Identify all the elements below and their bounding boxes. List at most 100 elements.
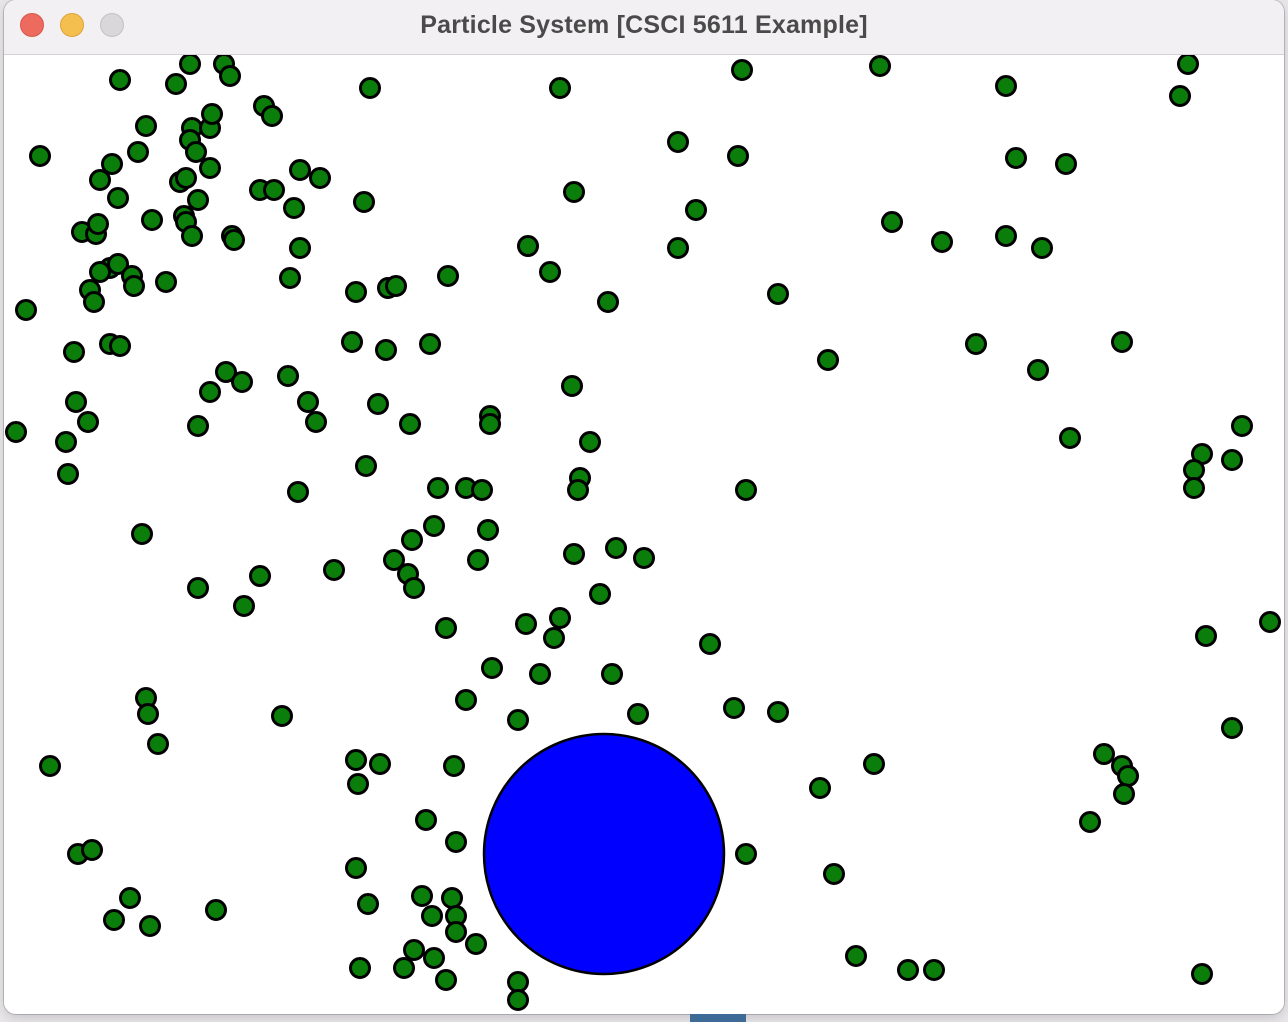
particle	[305, 411, 327, 433]
particle	[187, 189, 209, 211]
particle	[359, 77, 381, 99]
particle	[563, 181, 585, 203]
particle	[567, 479, 589, 501]
particle	[543, 627, 565, 649]
particle	[443, 755, 465, 777]
particle	[767, 283, 789, 305]
particle	[965, 333, 987, 355]
particle	[435, 969, 457, 991]
particle	[89, 169, 111, 191]
particle	[995, 75, 1017, 97]
particle	[995, 225, 1017, 247]
particle	[479, 413, 501, 435]
particle	[103, 909, 125, 931]
particle	[437, 265, 459, 287]
particle	[477, 519, 499, 541]
particle	[1093, 743, 1115, 765]
particle	[261, 105, 283, 127]
particle	[411, 885, 433, 907]
particle	[579, 431, 601, 453]
particle	[633, 547, 655, 569]
particle	[181, 225, 203, 247]
particle	[1191, 963, 1213, 985]
simulation-canvas[interactable]	[4, 55, 1284, 1014]
particle	[179, 55, 201, 75]
particle	[289, 237, 311, 259]
particle	[817, 349, 839, 371]
particle	[1113, 783, 1135, 805]
particle	[561, 375, 583, 397]
particle	[823, 863, 845, 885]
particle	[699, 633, 721, 655]
particle	[199, 381, 221, 403]
particle	[627, 703, 649, 725]
particle	[605, 537, 627, 559]
particle	[727, 145, 749, 167]
particle	[1031, 237, 1053, 259]
particle	[323, 559, 345, 581]
particle	[931, 231, 953, 253]
particle	[131, 523, 153, 545]
particle	[869, 55, 891, 77]
particle	[5, 421, 27, 443]
particle	[881, 211, 903, 233]
particle	[139, 915, 161, 937]
particle	[205, 899, 227, 921]
particle	[127, 141, 149, 163]
particle	[367, 393, 389, 415]
particle	[507, 971, 529, 993]
particle	[165, 73, 187, 95]
particle	[401, 529, 423, 551]
particle	[137, 703, 159, 725]
particle	[735, 843, 757, 865]
particle	[465, 933, 487, 955]
particle	[767, 701, 789, 723]
particle	[357, 893, 379, 915]
particle	[81, 839, 103, 861]
particle	[1169, 85, 1191, 107]
particle	[375, 339, 397, 361]
particle	[175, 167, 197, 189]
particle	[271, 705, 293, 727]
particle	[427, 477, 449, 499]
particle	[393, 957, 415, 979]
particle	[55, 431, 77, 453]
dock-item	[690, 1014, 746, 1022]
particle	[77, 411, 99, 433]
particle	[345, 281, 367, 303]
particle	[667, 131, 689, 153]
particle	[415, 809, 437, 831]
particle	[1221, 449, 1243, 471]
particle	[65, 391, 87, 413]
particle	[263, 179, 285, 201]
particle	[435, 617, 457, 639]
particle	[199, 157, 221, 179]
particle	[223, 229, 245, 251]
particle	[233, 595, 255, 617]
particle	[1117, 765, 1139, 787]
particle	[481, 657, 503, 679]
particle	[445, 831, 467, 853]
particle	[1183, 459, 1205, 481]
particle	[135, 115, 157, 137]
scene-svg	[5, 55, 1281, 1011]
particle	[403, 577, 425, 599]
obstacle-sphere[interactable]	[482, 732, 726, 976]
title-bar[interactable]: Particle System [CSCI 5611 Example]	[4, 0, 1284, 55]
particle	[353, 191, 375, 213]
particle	[231, 371, 253, 393]
particle	[1183, 477, 1205, 499]
particle	[685, 199, 707, 221]
particle	[297, 391, 319, 413]
particle	[1079, 811, 1101, 833]
particle	[185, 141, 207, 163]
particle	[507, 989, 529, 1011]
particle	[1005, 147, 1027, 169]
particle	[399, 413, 421, 435]
window-title: Particle System [CSCI 5611 Example]	[420, 11, 868, 39]
particle	[123, 275, 145, 297]
particle	[187, 415, 209, 437]
particle	[187, 577, 209, 599]
particle	[421, 905, 443, 927]
particle	[441, 887, 463, 909]
